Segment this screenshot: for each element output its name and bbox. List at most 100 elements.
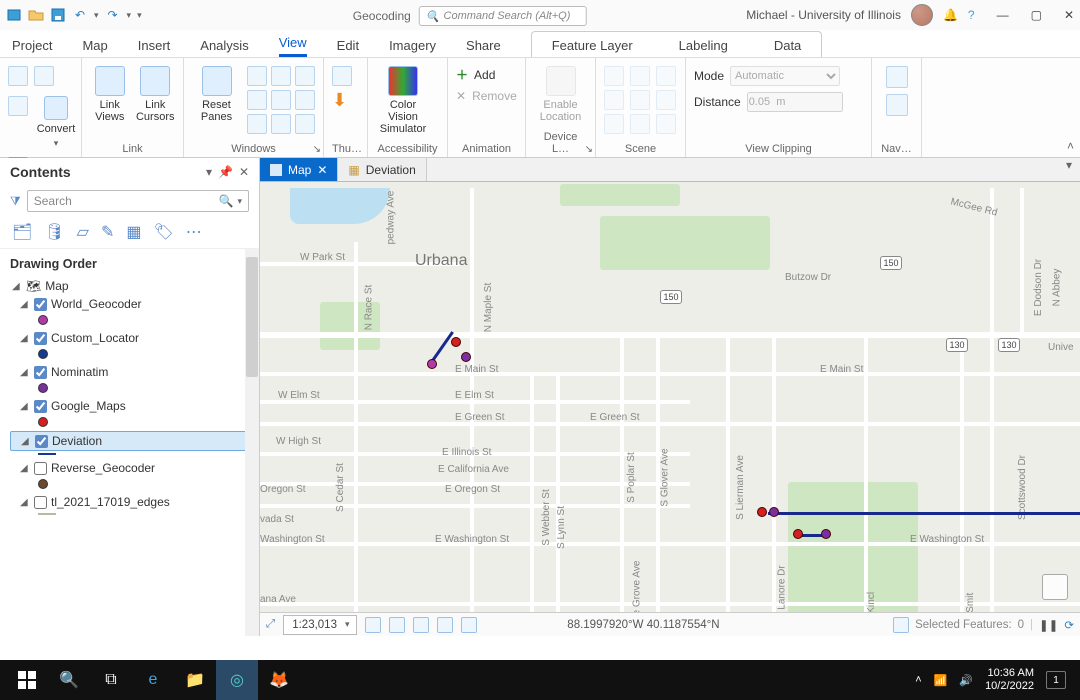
selected-features-icon[interactable] [893, 617, 909, 633]
taskbar-firefox-icon[interactable]: 🦊 [258, 660, 300, 700]
list-source-icon[interactable]: 🛢 [44, 222, 64, 242]
tray-network-icon[interactable]: 📶 [934, 674, 948, 687]
layer-checkbox[interactable] [34, 366, 47, 379]
dropdown-icon[interactable]: ▾ [206, 165, 212, 179]
tray-volume-icon[interactable]: 🔊 [959, 674, 973, 687]
tab-imagery[interactable]: Imagery [389, 38, 436, 57]
workflow-pane-icon[interactable] [271, 114, 291, 134]
layer-symbol[interactable] [38, 315, 48, 325]
tab-map[interactable]: Map [82, 38, 107, 57]
scale-drop-icon[interactable]: ▾ [345, 619, 350, 630]
help-icon[interactable]: ? [968, 8, 975, 22]
list-editing-icon[interactable]: ✎ [101, 222, 114, 242]
toc-scrollbar[interactable] [245, 249, 259, 636]
list-drawing-order-icon[interactable]: 🗂 [12, 222, 32, 242]
task-view-icon[interactable]: ⧉ [90, 660, 132, 700]
reset-panes-button[interactable]: Reset Panes [192, 66, 241, 123]
status-constraints-icon[interactable] [437, 617, 453, 633]
list-labeling-icon[interactable]: 🏷 [153, 222, 173, 242]
link-cursors-button[interactable]: Link Cursors [136, 66, 176, 123]
qat-customize-icon[interactable]: ▾ [137, 10, 142, 21]
layer-checkbox[interactable] [34, 462, 47, 475]
doc-tab-map[interactable]: Map ✕ [260, 158, 338, 181]
collapse-ribbon-icon[interactable]: ˄ [1067, 139, 1074, 153]
start-button[interactable] [6, 660, 48, 700]
scene-btn8-icon[interactable] [630, 114, 650, 134]
tasks-pane-icon[interactable] [247, 90, 267, 110]
save-icon[interactable] [50, 7, 66, 23]
scale-input[interactable]: 1:23,013 ▾ [283, 615, 356, 635]
tab-data[interactable]: Data [766, 32, 809, 57]
minimize-button[interactable]: — [997, 8, 1009, 22]
redo-drop-icon[interactable]: ▾ [127, 10, 132, 21]
doc-tab-deviation[interactable]: ▦ Deviation [338, 158, 426, 181]
toc-layer-google-maps[interactable]: ◢Google_Maps [10, 397, 255, 415]
layer-symbol[interactable] [38, 349, 48, 359]
face-culling-icon[interactable] [630, 66, 650, 86]
illumination-icon[interactable] [604, 66, 624, 86]
local-view-icon[interactable] [8, 96, 28, 116]
reviewer-pane-icon[interactable] [271, 90, 291, 110]
device-dialog-launcher[interactable]: ↘ [585, 144, 593, 155]
layer-symbol[interactable] [38, 479, 48, 489]
list-snapping-icon[interactable]: ▦ [126, 222, 141, 242]
toc-layer-nominatim[interactable]: ◢Nominatim [10, 363, 255, 381]
catalog-pane-icon[interactable] [271, 66, 291, 86]
scene-btn6-icon[interactable] [656, 90, 676, 110]
scene-btn4-icon[interactable] [604, 90, 624, 110]
tab-share[interactable]: Share [466, 38, 501, 57]
action-center-icon[interactable]: 1 [1046, 671, 1066, 689]
layer-symbol[interactable] [38, 513, 56, 515]
tab-analysis[interactable]: Analysis [200, 38, 248, 57]
create-thumbnail-icon[interactable] [332, 66, 352, 86]
toc-layer-deviation[interactable]: ◢Deviation [10, 431, 255, 451]
map-canvas[interactable]: Urbana W Park St E Main St E Main St W E… [260, 182, 1080, 612]
camera-icon[interactable] [886, 94, 908, 116]
color-vision-button[interactable]: Color Vision Simulator [376, 66, 430, 135]
search-drop-icon[interactable]: ▾ [237, 196, 242, 207]
toc-layer-edges[interactable]: ◢tl_2021_17019_edges [10, 493, 255, 511]
animation-add-button[interactable]: ＋Add [456, 66, 495, 83]
toc-layer-custom-locator[interactable]: ◢Custom_Locator [10, 329, 255, 347]
convert-button[interactable]: Convert ▾ [34, 96, 78, 149]
toc-layer-world-geocoder[interactable]: ◢World_Geocoder [10, 295, 255, 313]
tab-view[interactable]: View [279, 35, 307, 57]
scale-tool-icon[interactable]: ⤢ [266, 618, 275, 631]
layer-checkbox[interactable] [35, 435, 48, 448]
pause-drawing-icon[interactable]: ❚❚ [1039, 618, 1058, 632]
contents-search-input[interactable]: Search 🔍 ▾ [27, 190, 249, 212]
command-search-input[interactable]: 🔍 Command Search (Alt+Q) [419, 6, 587, 26]
python-pane-icon[interactable] [295, 66, 315, 86]
navigator-widget[interactable] [1042, 574, 1068, 600]
toc-layer-reverse-geocoder[interactable]: ◢Reverse_Geocoder [10, 459, 255, 477]
tab-labeling[interactable]: Labeling [671, 32, 736, 57]
doc-tabs-menu-icon[interactable]: ▾ [1058, 158, 1080, 181]
status-table-icon[interactable] [389, 617, 405, 633]
scene-btn7-icon[interactable] [604, 114, 624, 134]
drawmode-icon[interactable] [656, 66, 676, 86]
toc-map-node[interactable]: ◢ 🗺 Map [10, 277, 255, 295]
list-selection-icon[interactable]: ▱ [77, 222, 89, 242]
layer-checkbox[interactable] [34, 496, 47, 509]
layer-checkbox[interactable] [34, 332, 47, 345]
overview-pane-icon[interactable] [247, 114, 267, 134]
layer-symbol[interactable] [38, 453, 56, 455]
import-thumbnail-icon[interactable]: ⬇ [332, 90, 347, 111]
scene-view-icon[interactable] [34, 66, 54, 86]
globe-view-icon[interactable] [8, 66, 28, 86]
close-button[interactable]: ✕ [1064, 8, 1074, 22]
close-pane-icon[interactable]: ✕ [239, 165, 249, 179]
autohide-icon[interactable]: 📌 [218, 165, 233, 179]
windows-dialog-launcher[interactable]: ↘ [313, 144, 321, 155]
layer-symbol[interactable] [38, 417, 48, 427]
tab-insert[interactable]: Insert [138, 38, 171, 57]
status-grid-icon[interactable] [365, 617, 381, 633]
new-project-icon[interactable] [6, 7, 22, 23]
list-more-icon[interactable]: ⋯ [186, 222, 202, 242]
scene-btn9-icon[interactable] [656, 114, 676, 134]
user-label[interactable]: Michael - University of Illinois [746, 8, 901, 22]
navigator-icon[interactable] [886, 66, 908, 88]
tab-feature-layer[interactable]: Feature Layer [544, 32, 641, 57]
layer-symbol[interactable] [38, 383, 48, 393]
taskbar-clock[interactable]: 10:36 AM 10/2/2022 [985, 667, 1034, 693]
